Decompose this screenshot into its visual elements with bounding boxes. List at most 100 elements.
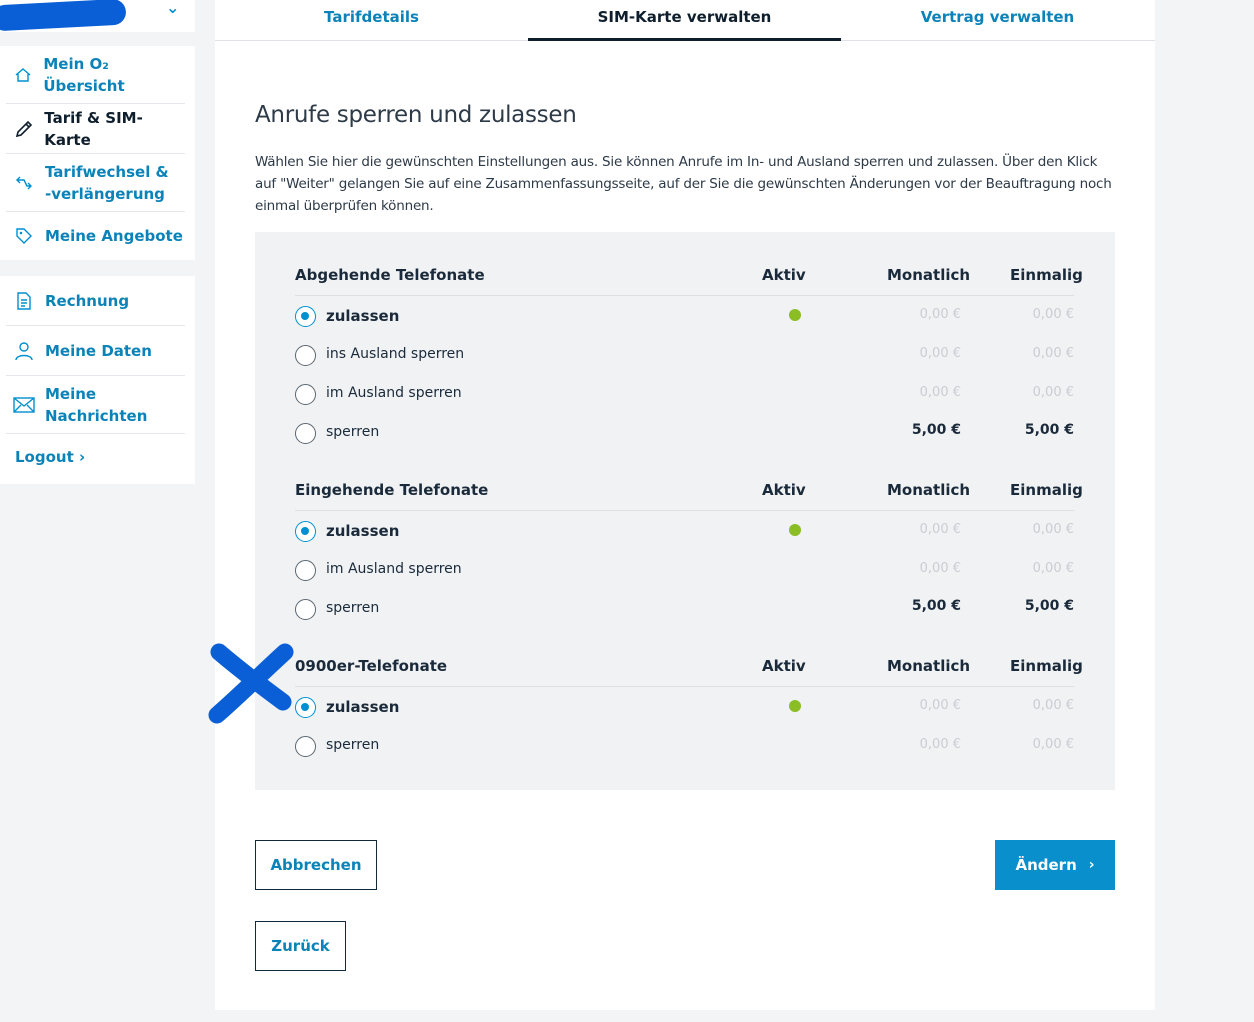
radio-button[interactable] xyxy=(295,345,316,366)
settings-panel: Abgehende Telefonate Aktiv Monatlich Ein… xyxy=(255,232,1115,790)
option-row[interactable]: sperren 0,00 € 0,00 € xyxy=(295,726,1074,765)
one-time-price: 0,00 € xyxy=(1032,698,1074,713)
monthly-price: 5,00 € xyxy=(911,598,961,614)
radio-button[interactable] xyxy=(295,306,316,327)
option-label: sperren xyxy=(326,600,380,616)
tab-tarifdetails[interactable]: Tarifdetails xyxy=(215,0,528,40)
column-header-einmalig: Einmalig xyxy=(1010,266,1083,284)
column-header-aktiv: Aktiv xyxy=(762,481,806,499)
radio-button[interactable] xyxy=(295,736,316,757)
monthly-price: 0,00 € xyxy=(919,346,961,361)
envelope-icon xyxy=(12,396,36,413)
sidebar-item-tarifwechsel[interactable]: Tarifwechsel & -verlängerung xyxy=(6,154,185,212)
one-time-price: 0,00 € xyxy=(1032,385,1074,400)
active-indicator xyxy=(789,524,801,536)
option-label: zulassen xyxy=(326,698,400,716)
main-content: Tarifdetails SIM-Karte verwalten Vertrag… xyxy=(215,0,1155,1010)
sidebar-item-angebote[interactable]: Meine Angebote xyxy=(6,212,185,260)
radio-button[interactable] xyxy=(295,521,316,542)
column-header-monatlich: Monatlich xyxy=(887,266,971,284)
chevron-down-icon[interactable]: ⌄ xyxy=(166,0,179,17)
one-time-price: 0,00 € xyxy=(1032,307,1074,322)
sidebar-item-tarif-sim[interactable]: Tarif & SIM-Karte xyxy=(6,104,185,154)
sidebar-item-overview[interactable]: Mein O₂ Übersicht xyxy=(6,46,185,104)
tab-vertrag-verwalten[interactable]: Vertrag verwalten xyxy=(841,0,1154,40)
monthly-price: 0,00 € xyxy=(919,698,961,713)
active-indicator xyxy=(789,700,801,712)
option-row[interactable]: im Ausland sperren 0,00 € 0,00 € xyxy=(295,374,1074,413)
section-header: Abgehende Telefonate Aktiv Monatlich Ein… xyxy=(295,266,1083,296)
change-button[interactable]: Ändern › xyxy=(995,840,1115,890)
section-header: Eingehende Telefonate Aktiv Monatlich Ei… xyxy=(295,481,1083,511)
section-header: 0900er-Telefonate Aktiv Monatlich Einmal… xyxy=(295,657,1083,687)
tab-sim-karte-verwalten[interactable]: SIM-Karte verwalten xyxy=(528,0,841,41)
option-row[interactable]: zulassen 0,00 € 0,00 € xyxy=(295,687,1074,726)
sidebar-card-main: Mein O₂ Übersicht Tarif & SIM-Karte Tari… xyxy=(0,46,195,260)
redaction-scribble xyxy=(0,0,127,32)
document-icon xyxy=(12,291,36,310)
sidebar-item-nachrichten[interactable]: Meine Nachrichten xyxy=(6,376,185,434)
option-label: zulassen xyxy=(326,307,400,325)
sidebar-item-label: Tarif & SIM-Karte xyxy=(44,108,143,149)
change-button-label: Ändern xyxy=(1015,856,1077,874)
sidebar: ⌄ Mein O₂ Übersicht Tarif & SIM-Karte Ta… xyxy=(0,0,195,484)
pencil-icon xyxy=(12,119,35,139)
option-label: zulassen xyxy=(326,522,400,540)
annotation-cross-icon xyxy=(208,643,294,724)
switch-icon xyxy=(12,174,36,192)
monthly-price: 0,00 € xyxy=(919,522,961,537)
tag-icon xyxy=(12,227,36,245)
home-icon xyxy=(12,66,34,84)
back-button[interactable]: Zurück xyxy=(255,921,346,971)
monthly-price: 0,00 € xyxy=(919,307,961,322)
option-row[interactable]: ins Ausland sperren 0,00 € 0,00 € xyxy=(295,335,1074,374)
monthly-price: 5,00 € xyxy=(911,422,961,438)
option-label: im Ausland sperren xyxy=(326,385,462,401)
option-row[interactable]: zulassen 0,00 € 0,00 € xyxy=(295,511,1074,550)
section-title: Abgehende Telefonate xyxy=(295,266,485,284)
sidebar-item-label: Meine Angebote xyxy=(45,227,183,245)
radio-button[interactable] xyxy=(295,599,316,620)
person-icon xyxy=(12,341,36,361)
column-header-monatlich: Monatlich xyxy=(887,481,971,499)
one-time-price: 0,00 € xyxy=(1032,346,1074,361)
section-title: 0900er-Telefonate xyxy=(295,657,448,675)
one-time-price: 5,00 € xyxy=(1024,598,1074,614)
option-row[interactable]: sperren 5,00 € 5,00 € xyxy=(295,413,1074,452)
logout-link[interactable]: Logout › xyxy=(15,448,85,466)
radio-button[interactable] xyxy=(295,560,316,581)
monthly-price: 0,00 € xyxy=(919,737,961,752)
column-header-monatlich: Monatlich xyxy=(887,657,971,675)
sidebar-item-meine-daten[interactable]: Meine Daten xyxy=(6,326,185,376)
option-label: sperren xyxy=(326,424,380,440)
option-label: ins Ausland sperren xyxy=(326,346,465,362)
page-title: Anrufe sperren und zulassen xyxy=(255,102,577,128)
column-header-aktiv: Aktiv xyxy=(762,266,806,284)
user-bar[interactable]: ⌄ xyxy=(0,0,195,32)
sidebar-item-label: Tarifwechsel & -verlängerung xyxy=(45,162,169,203)
active-indicator xyxy=(789,309,801,321)
monthly-price: 0,00 € xyxy=(919,385,961,400)
radio-button[interactable] xyxy=(295,423,316,444)
back-button-label: Zurück xyxy=(271,937,330,955)
cancel-button[interactable]: Abbrechen xyxy=(255,840,377,890)
monthly-price: 0,00 € xyxy=(919,561,961,576)
option-row[interactable]: im Ausland sperren 0,00 € 0,00 € xyxy=(295,550,1074,589)
column-header-einmalig: Einmalig xyxy=(1010,481,1083,499)
section-title: Eingehende Telefonate xyxy=(295,481,489,499)
sidebar-item-rechnung[interactable]: Rechnung xyxy=(6,276,185,326)
sidebar-item-label: Meine Daten xyxy=(45,341,152,360)
tab-bar: Tarifdetails SIM-Karte verwalten Vertrag… xyxy=(215,0,1155,41)
sidebar-item-label: Rechnung xyxy=(45,291,130,310)
radio-button[interactable] xyxy=(295,384,316,405)
one-time-price: 0,00 € xyxy=(1032,522,1074,537)
column-header-aktiv: Aktiv xyxy=(762,657,806,675)
sidebar-card-secondary: Rechnung Meine Daten Meine Nachrichten L… xyxy=(0,276,195,484)
option-row[interactable]: zulassen 0,00 € 0,00 € xyxy=(295,296,1074,335)
sidebar-item-label: Mein O₂ Übersicht xyxy=(43,54,125,95)
option-row[interactable]: sperren 5,00 € 5,00 € xyxy=(295,589,1074,628)
option-label: sperren xyxy=(326,737,380,753)
page-description: Wählen Sie hier die gewünschten Einstell… xyxy=(255,154,1112,214)
chevron-right-icon: › xyxy=(1088,857,1095,873)
one-time-price: 5,00 € xyxy=(1024,422,1074,438)
